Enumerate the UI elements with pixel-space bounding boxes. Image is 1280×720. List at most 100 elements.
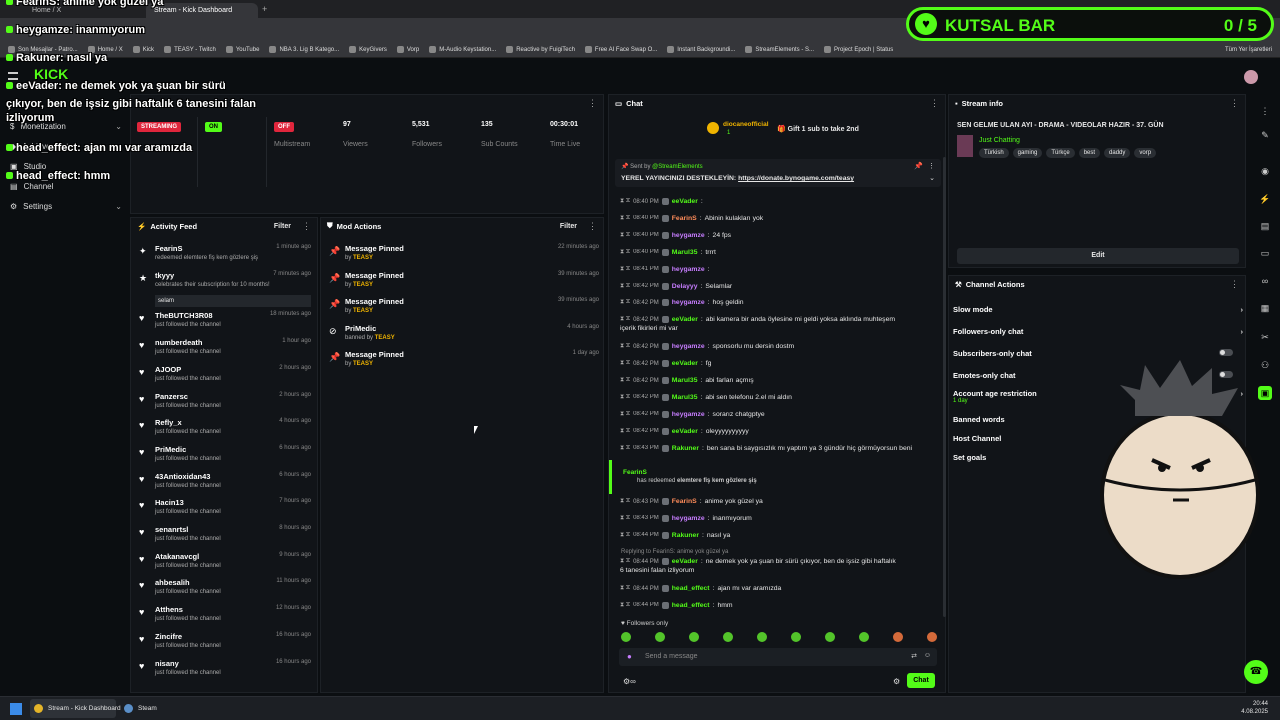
mic-icon[interactable]: ● [627, 652, 632, 661]
emote-icon[interactable] [859, 632, 869, 642]
activity-item[interactable]: ✦ FearinS redeemed elemtere fiş kem gözler… [139, 244, 311, 270]
chat-username[interactable]: head_effect [672, 585, 710, 592]
mod-action-item[interactable]: 📌 Message Pinned by TEASY 1 day ago [329, 350, 599, 376]
chat-message[interactable]: ⧗ ⧖ 08:42 PM Marul35: abi farları açmış [620, 377, 938, 384]
mod-action-item[interactable]: 📌 Message Pinned by TEASY 39 minutes ago [329, 271, 599, 297]
more-options-icon[interactable]: ⋮ [930, 98, 939, 109]
chat-message[interactable]: ⧗ ⧖ 08:42 PM heygamze: sponsorlu mu dersin… [620, 343, 938, 351]
new-tab-button[interactable]: + [262, 4, 267, 14]
more-options-icon[interactable]: ⋮ [588, 221, 597, 232]
chat-username[interactable]: Rakuner [672, 532, 699, 539]
chat-username[interactable]: heygamze [672, 299, 705, 306]
clock[interactable]: 20:44 4.08.2025 [1241, 700, 1268, 716]
chat-message[interactable]: ⧗ ⧖ 08:43 PM FearinS: anime yok güzel ya [620, 498, 938, 505]
help-chat-icon[interactable]: ☎ [1244, 660, 1268, 684]
unpin-icon[interactable]: 📌 [914, 162, 923, 170]
chat-message[interactable]: ⧗ ⧖ 08:40 PM Marul35: trrrt [620, 248, 938, 256]
mod-tools-icon[interactable]: ⧗ ⧖ [620, 215, 630, 222]
channel-action-item[interactable]: Slow mode › [953, 305, 1243, 314]
sidebar-item-settings[interactable]: ⚙ Settings ⌄ [10, 202, 122, 211]
translate-icon[interactable]: ⇄ [911, 652, 917, 660]
pinned-link[interactable]: https://donate.bynogame.com/teasy [738, 175, 854, 182]
chat-message[interactable]: ⧗ ⧖ 08:41 PM heygamze: [620, 265, 938, 273]
activity-item[interactable]: ♥ nisany just followed the channel 16 hours… [139, 659, 311, 685]
mod-tools-icon[interactable]: ⧗ ⧖ [620, 532, 630, 539]
bookmark-item[interactable]: Instant Backgroundi... [667, 45, 735, 54]
activity-item[interactable]: ♥ PriMedic just followed the channel 6 hour… [139, 445, 311, 471]
chat-message[interactable]: içerik fikirleri mi var [620, 325, 938, 332]
filter-button[interactable]: Filter [560, 223, 577, 230]
chat-username[interactable]: eeVader [672, 558, 698, 565]
mod-tools-icon[interactable]: ⧗ ⧖ [620, 602, 630, 609]
bolt-icon[interactable]: ⚡ [1258, 192, 1272, 206]
bookmark-item[interactable]: Reactive by FuigiTech [506, 45, 575, 54]
bookmark-item[interactable]: Kick [132, 45, 154, 54]
bookmark-item[interactable]: Project Epoch | Status [824, 45, 893, 54]
more-options-icon[interactable]: ⋮ [1230, 98, 1239, 109]
sidebar-item-channel[interactable]: ▤ Channel [10, 182, 122, 191]
chat-message[interactable]: ⧗ ⧖ 08:43 PM heygamze: inanmıyorum [620, 514, 938, 522]
tag-chip[interactable]: vorp [1134, 148, 1157, 158]
activity-item[interactable]: ♥ Refly_x just followed the channel 4 hours… [139, 418, 311, 444]
chat-username[interactable]: Marul35 [672, 377, 698, 384]
chat-message[interactable]: ⧗ ⧖ 08:42 PM Marul35: abi sen telefonu 2.e… [620, 393, 938, 401]
chat-username[interactable]: Marul35 [672, 249, 698, 256]
mod-tools-icon[interactable]: ⧗ ⧖ [620, 299, 630, 306]
activity-item[interactable]: ♥ ahbesalih just followed the channel 11 ho… [139, 578, 311, 604]
edit-button[interactable]: Edit [957, 248, 1239, 264]
mod-tools-icon[interactable]: ⧗ ⧖ [620, 498, 630, 505]
activity-item[interactable]: ♥ TheBUTCH3R08 just followed the channel 18… [139, 311, 311, 337]
chat-message[interactable]: ⧗ ⧖ 08:42 PM eeVader: abi kamera bir anda … [620, 316, 938, 324]
emote-icon[interactable] [689, 632, 699, 642]
emoji-icon[interactable]: ☺ [924, 652, 931, 659]
bookmark-item[interactable]: Free AI Face Swap O... [584, 45, 657, 54]
chat-username[interactable]: Marul35 [672, 394, 698, 401]
chat-username[interactable]: heygamze [672, 411, 705, 418]
filter-button[interactable]: Filter [274, 223, 291, 230]
emote-icon[interactable] [825, 632, 835, 642]
mod-tools-icon[interactable]: ⧗ ⧖ [620, 249, 630, 256]
mod-tools-icon[interactable]: ⧗ ⧖ [620, 360, 630, 367]
bookmark-item[interactable]: YouTube [225, 45, 259, 54]
emote-icon[interactable] [893, 632, 903, 642]
camera-icon[interactable]: ◉ [1258, 164, 1272, 178]
gear-icon[interactable]: ⚙ [893, 677, 900, 686]
chevron-down-icon[interactable]: ⌄ [929, 174, 935, 182]
more-options-icon[interactable]: ⋮ [1230, 279, 1239, 290]
emote-icon[interactable] [757, 632, 767, 642]
emote-icon[interactable] [927, 632, 937, 642]
document-icon[interactable]: ▤ [1258, 219, 1272, 233]
chat-username[interactable]: head_effect [672, 602, 710, 609]
all-bookmarks[interactable]: Tüm Yer İşaretleri [1225, 45, 1272, 54]
activity-item[interactable]: ♥ Atakanavcgl just followed the channel 9 h… [139, 552, 311, 578]
gift-sub-text[interactable]: 🎁 Gift 1 sub to take 2nd [777, 125, 859, 133]
chat-message[interactable]: ⧗ ⧖ 08:43 PM Rakuner: ben sana bi saygısız… [620, 444, 938, 452]
bookmark-item[interactable]: StreamElements - S... [745, 45, 814, 54]
chat-username[interactable]: heygamze [672, 232, 705, 239]
tag-chip[interactable]: Türkish [979, 148, 1009, 158]
bookmark-item[interactable]: M-Audio Keystation... [429, 45, 496, 54]
mod-tools-icon[interactable]: ⧗ ⧖ [620, 266, 630, 273]
avatar[interactable] [1244, 70, 1258, 84]
chat-username[interactable]: eeVader [672, 360, 698, 367]
mod-tools-icon[interactable]: ⧗ ⧖ [620, 198, 630, 205]
activity-item[interactable]: ♥ Panzersc just followed the channel 2 hour… [139, 392, 311, 418]
chat-input[interactable]: ● Send a message ⇄ ☺ [619, 648, 937, 666]
chat-settings-icon[interactable]: ⚙∞ [623, 677, 636, 686]
activity-item[interactable]: ♥ Atthens just followed the channel 12 hour… [139, 605, 311, 631]
kick-icon[interactable]: ▣ [1258, 386, 1272, 400]
chat-username[interactable]: heygamze [672, 266, 705, 273]
mod-tools-icon[interactable]: ⧗ ⧖ [620, 343, 630, 350]
link-icon[interactable]: ∞ [1258, 274, 1272, 288]
wrench-icon[interactable]: ✂ [1258, 330, 1272, 344]
chat-scrollbar[interactable] [943, 157, 946, 617]
mod-action-item[interactable]: ⊘ PriMedic banned by TEASY 4 hours ago [329, 324, 599, 350]
bookmark-item[interactable]: KeyGivers [349, 45, 387, 54]
pin-panel-icon[interactable]: ⋮ [1258, 104, 1272, 118]
tag-chip[interactable]: Türkçe [1046, 148, 1075, 158]
on-badge[interactable]: ON [205, 122, 222, 132]
emote-icon[interactable] [655, 632, 665, 642]
mod-tools-icon[interactable]: ⧗ ⧖ [620, 377, 630, 384]
redeem-user[interactable]: FearinS [623, 469, 647, 476]
mod-tools-icon[interactable]: ⧗ ⧖ [620, 411, 630, 418]
